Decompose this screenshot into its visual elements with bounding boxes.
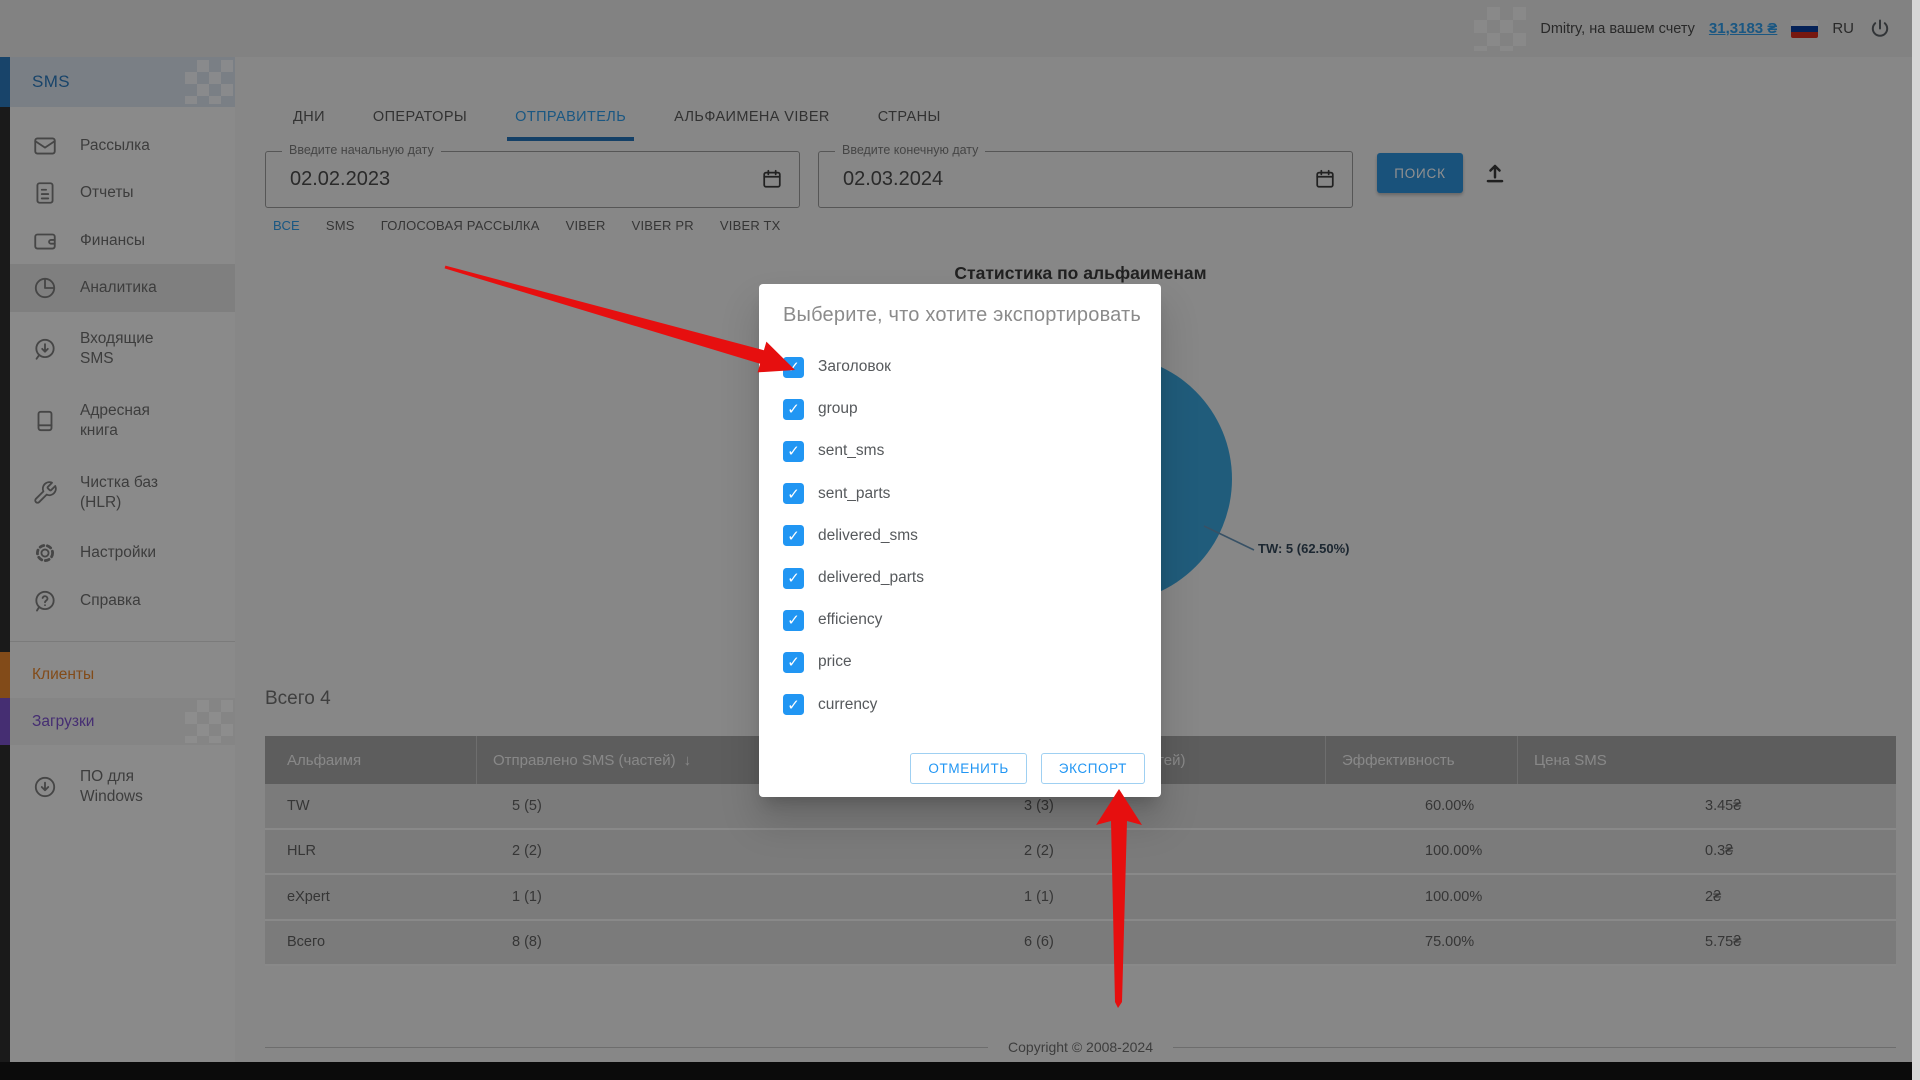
option-label: efficiency: [818, 611, 882, 629]
option-sent-sms[interactable]: ✓ sent_sms: [783, 430, 1137, 472]
option-label: delivered_parts: [818, 569, 924, 587]
option-label: delivered_sms: [818, 527, 918, 545]
export-options-list: ✓ Заголовок ✓ group ✓ sent_sms ✓ sent_pa…: [783, 346, 1137, 726]
option-label: sent_sms: [818, 442, 884, 460]
checkbox-checked-icon[interactable]: ✓: [783, 399, 804, 420]
checkbox-checked-icon[interactable]: ✓: [783, 483, 804, 504]
checkbox-checked-icon[interactable]: ✓: [783, 568, 804, 589]
checkbox-checked-icon[interactable]: ✓: [783, 652, 804, 673]
checkbox-checked-icon[interactable]: ✓: [783, 357, 804, 378]
option-label: Заголовок: [818, 358, 891, 376]
cancel-button[interactable]: ОТМЕНИТЬ: [910, 753, 1026, 784]
option-price[interactable]: ✓ price: [783, 641, 1137, 683]
option-label: price: [818, 653, 852, 671]
checkbox-checked-icon[interactable]: ✓: [783, 610, 804, 631]
option-efficiency[interactable]: ✓ efficiency: [783, 599, 1137, 641]
option-group[interactable]: ✓ group: [783, 388, 1137, 430]
dialog-buttons: ОТМЕНИТЬ ЭКСПОРТ: [910, 753, 1145, 784]
app-screen: Dmitry, на вашем счету 31,3183 ₴ RU SMS …: [0, 0, 1920, 1080]
option-label: sent_parts: [818, 485, 890, 503]
option-label: group: [818, 400, 858, 418]
checkbox-checked-icon[interactable]: ✓: [783, 694, 804, 715]
option-sent-parts[interactable]: ✓ sent_parts: [783, 473, 1137, 515]
option-delivered-parts[interactable]: ✓ delivered_parts: [783, 557, 1137, 599]
option-delivered-sms[interactable]: ✓ delivered_sms: [783, 515, 1137, 557]
option-zagolovok[interactable]: ✓ Заголовок: [783, 346, 1137, 388]
option-label: currency: [818, 696, 877, 714]
dialog-title: Выберите, что хотите экспортировать: [783, 304, 1141, 327]
checkbox-checked-icon[interactable]: ✓: [783, 441, 804, 462]
checkbox-checked-icon[interactable]: ✓: [783, 525, 804, 546]
export-dialog: Выберите, что хотите экспортировать ✓ За…: [759, 284, 1161, 797]
browser-scrollbar[interactable]: [1912, 0, 1920, 1080]
export-button[interactable]: ЭКСПОРТ: [1041, 753, 1145, 784]
option-currency[interactable]: ✓ currency: [783, 684, 1137, 726]
